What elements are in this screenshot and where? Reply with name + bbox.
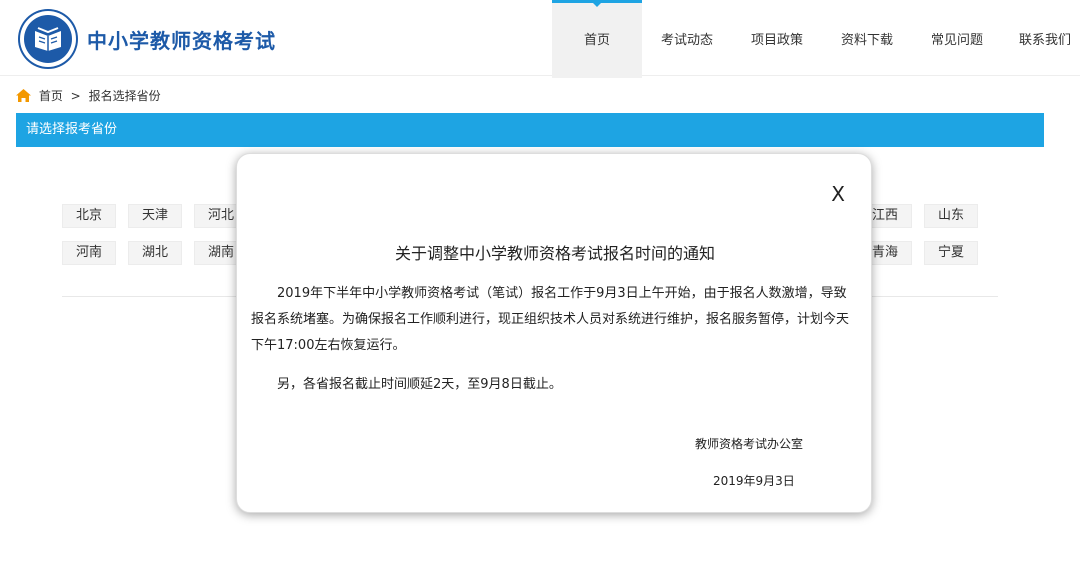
nav-faq[interactable]: 常见问题 <box>920 0 994 75</box>
province-button-henan[interactable]: 河南 <box>62 241 116 265</box>
site-logo-icon[interactable] <box>20 11 76 67</box>
breadcrumb-current: 报名选择省份 <box>88 89 161 103</box>
province-button-ningxia[interactable]: 宁夏 <box>924 241 978 265</box>
modal-signature: 教师资格考试办公室 <box>695 437 804 451</box>
nav-label: 项目政策 <box>750 33 803 48</box>
nav-exam-news[interactable]: 考试动态 <box>650 0 724 75</box>
nav-label: 联系我们 <box>1018 33 1071 48</box>
nav-label: 资料下载 <box>840 33 893 48</box>
breadcrumb: 首页 > 报名选择省份 <box>16 87 165 105</box>
modal-date: 2019年9月3日 <box>713 474 795 488</box>
nav-label: 常见问题 <box>930 33 983 48</box>
province-button-hubei[interactable]: 湖北 <box>128 241 182 265</box>
modal-title: 关于调整中小学教师资格考试报名时间的通知 <box>394 244 715 263</box>
breadcrumb-separator: > <box>70 89 81 103</box>
province-button-tianjin[interactable]: 天津 <box>128 204 182 228</box>
nav-home[interactable]: 首页 <box>552 0 642 78</box>
site-header: 中小学教师资格考试 首页 考试动态 项目政策 资料下载 常见问题 联系我们 <box>0 0 1080 78</box>
notice-modal: X 关于调整中小学教师资格考试报名时间的通知 2019年下半年中小学教师资格考试… <box>236 153 872 513</box>
nav-label: 考试动态 <box>660 33 713 48</box>
province-button-shandong[interactable]: 山东 <box>924 204 978 228</box>
nav-contact[interactable]: 联系我们 <box>1008 0 1080 75</box>
book-icon <box>35 27 61 51</box>
active-indicator-icon <box>592 2 602 7</box>
close-icon[interactable]: X <box>831 184 845 204</box>
nav-project-policy[interactable]: 项目政策 <box>740 0 814 75</box>
select-province-bar: 请选择报考省份 <box>16 113 1044 147</box>
nav-downloads[interactable]: 资料下载 <box>830 0 904 75</box>
modal-paragraph-1: 2019年下半年中小学教师资格考试（笔试）报名工作于9月3日上午开始，由于报名人… <box>251 286 850 353</box>
modal-paragraph-2: 另，各省报名截止时间顺延2天，至9月8日截止。 <box>277 377 562 392</box>
home-icon <box>16 89 31 102</box>
nav-label: 首页 <box>583 33 610 48</box>
site-title[interactable]: 中小学教师资格考试 <box>87 25 276 54</box>
breadcrumb-home-link[interactable]: 首页 <box>39 89 63 103</box>
province-button-beijing[interactable]: 北京 <box>62 204 116 228</box>
